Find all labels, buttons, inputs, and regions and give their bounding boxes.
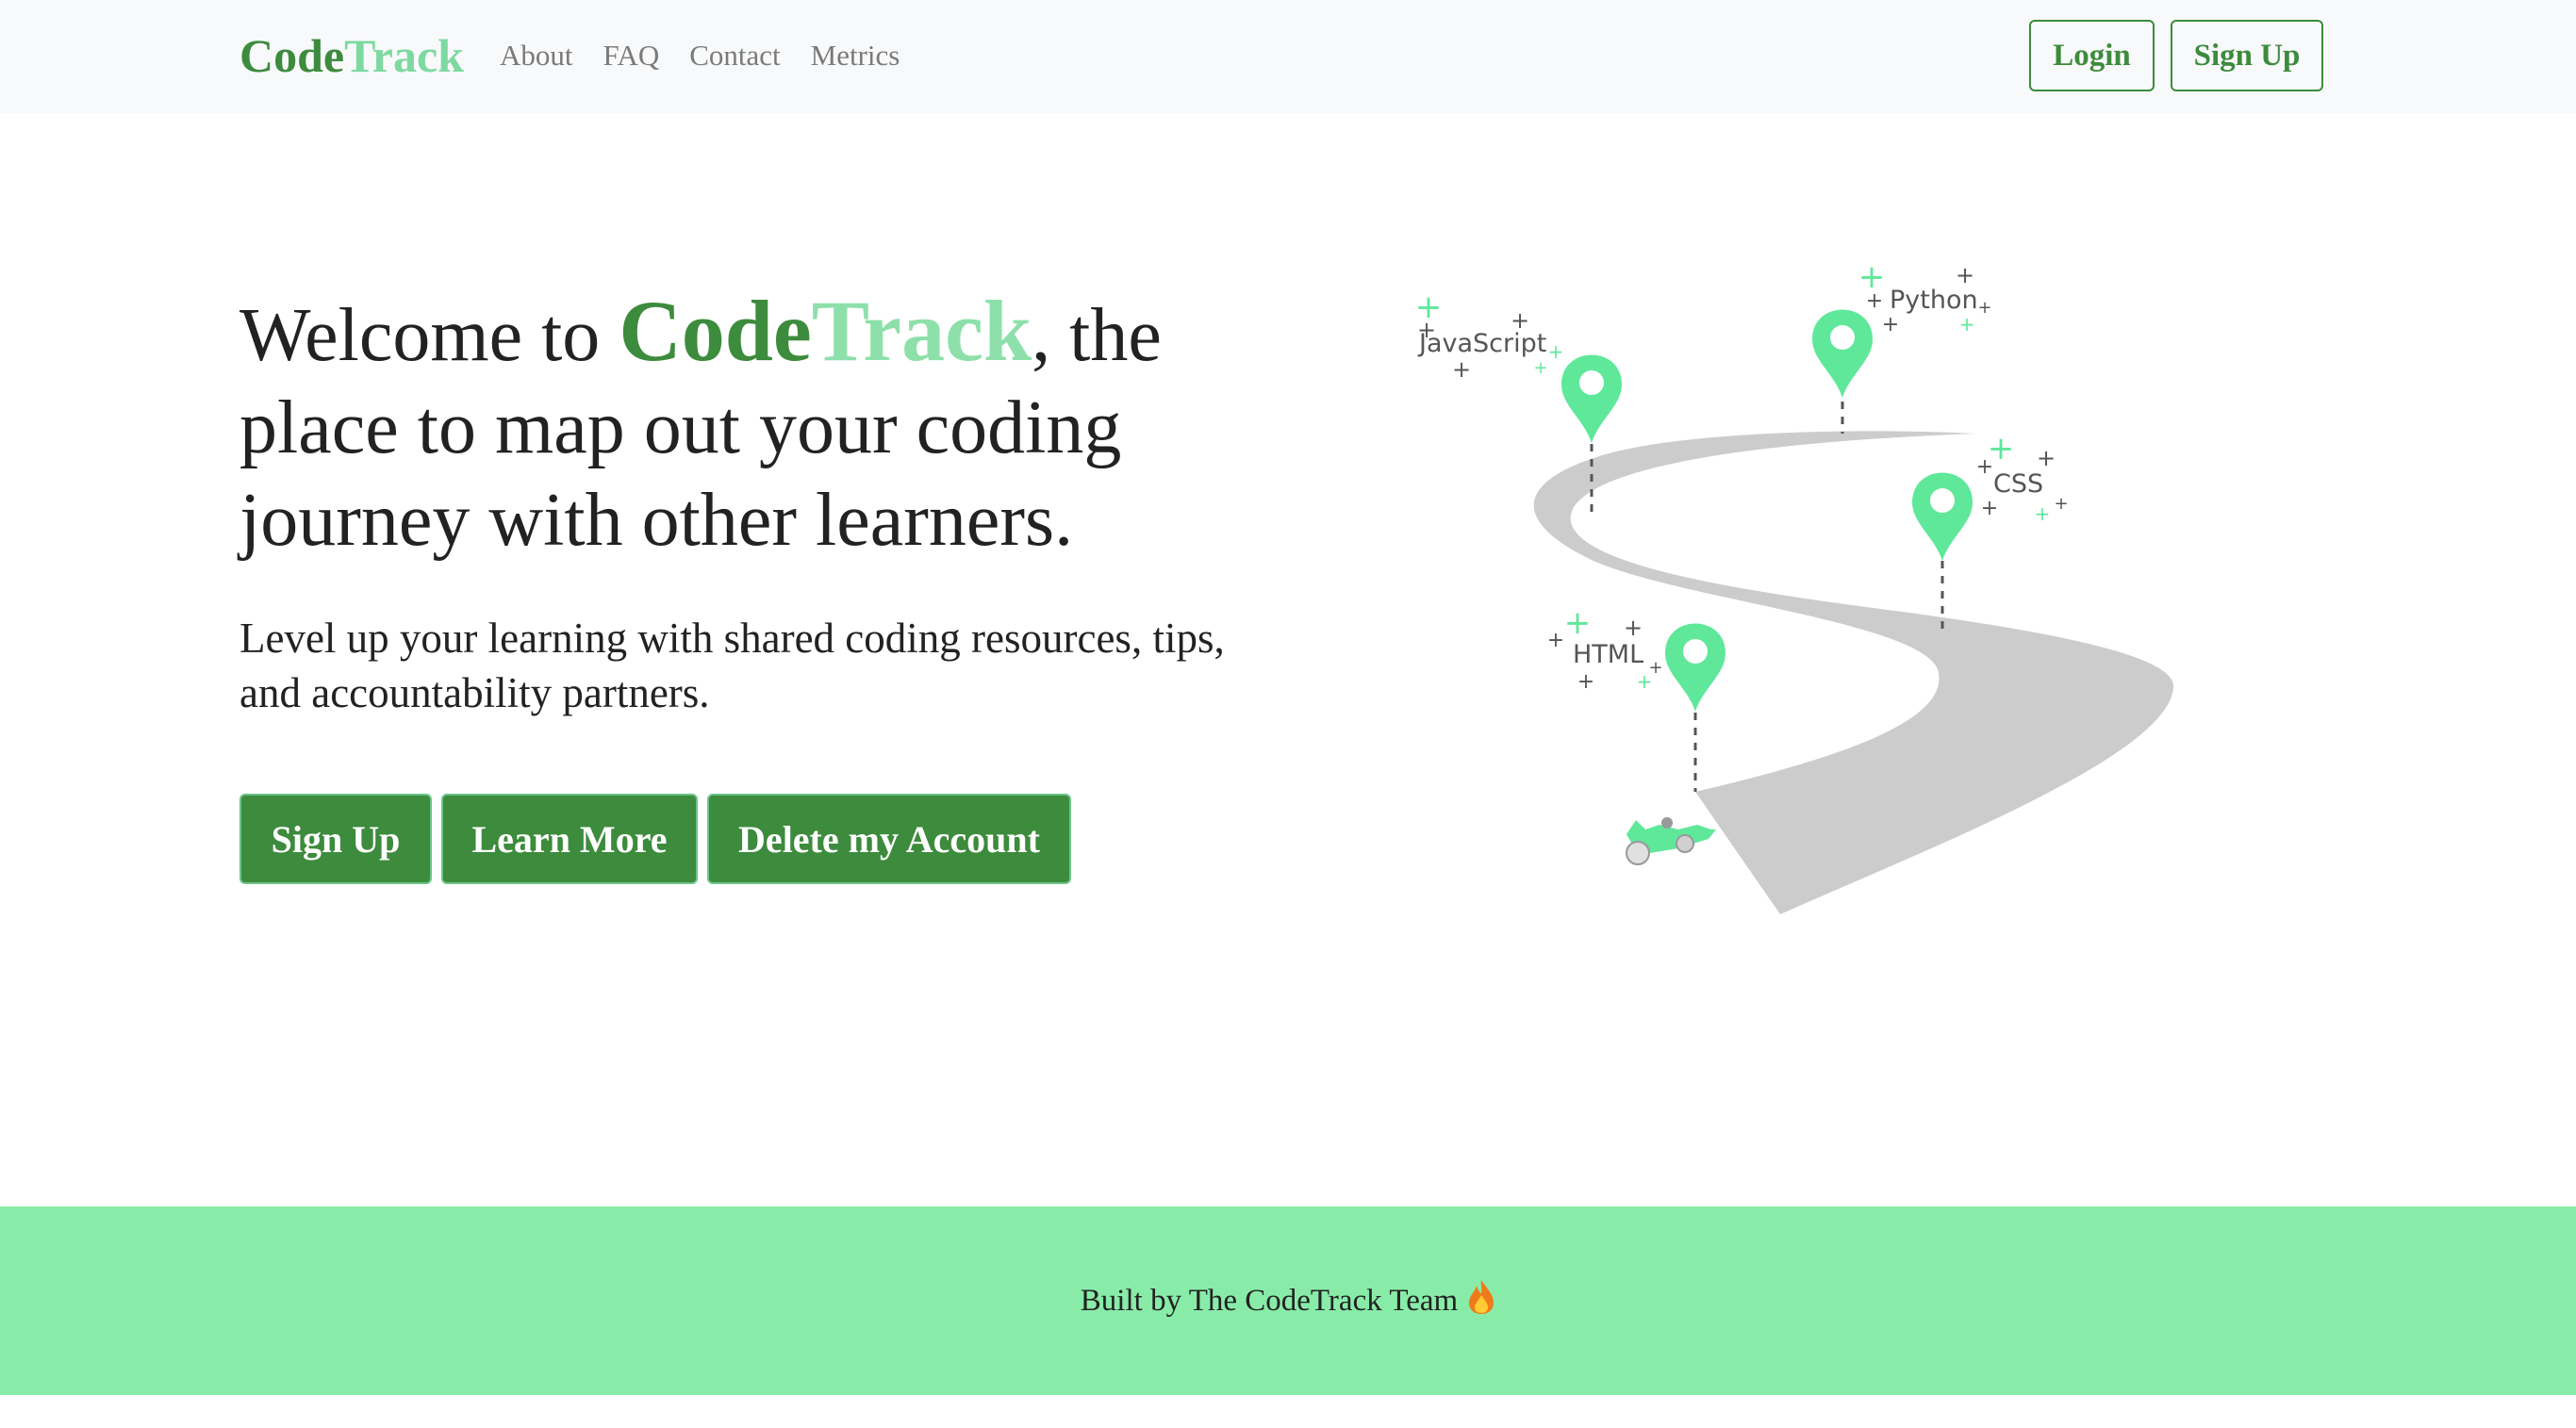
road-shape xyxy=(1533,431,2174,914)
hero-title: Welcome to CodeTrack, the place to map o… xyxy=(239,285,1277,566)
svg-text:+: + xyxy=(1637,670,1653,693)
hero-title-brand-track: Track xyxy=(811,283,1032,379)
flame-icon xyxy=(1467,1278,1495,1324)
svg-text:+: + xyxy=(1564,604,1592,642)
svg-text:+: + xyxy=(1511,307,1529,334)
svg-text:+: + xyxy=(1977,298,1991,318)
svg-text:+: + xyxy=(1415,288,1443,326)
nav-link-contact[interactable]: Contact xyxy=(689,34,780,77)
hero-title-brand-code: Code xyxy=(619,283,812,379)
roadmap-illustration: JavaScript Python CSS HTML + + + + + + +… xyxy=(1415,258,2174,914)
svg-text:+: + xyxy=(1866,289,1883,313)
svg-text:+: + xyxy=(2037,445,2056,471)
hero-cta-row: Sign Up Learn More Delete my Account xyxy=(239,794,1071,884)
nav-link-metrics[interactable]: Metrics xyxy=(811,34,900,77)
nav-link-faq[interactable]: FAQ xyxy=(603,34,660,77)
brand-part-code: Code xyxy=(239,29,345,82)
brand-part-track: Track xyxy=(344,29,464,82)
pin-label-html: HTML xyxy=(1573,640,1643,669)
map-pin-icon-javascript xyxy=(1561,354,1622,443)
nav-signup-button[interactable]: Sign Up xyxy=(2171,20,2323,91)
learn-more-button[interactable]: Learn More xyxy=(441,794,698,884)
svg-text:+: + xyxy=(1452,356,1471,383)
pin-label-python: Python xyxy=(1890,286,1978,315)
hero-signup-button[interactable]: Sign Up xyxy=(239,794,432,884)
svg-text:+: + xyxy=(1577,670,1594,694)
map-pin-icon-html xyxy=(1665,623,1726,712)
svg-text:+: + xyxy=(1959,313,1975,336)
nav-links: About FAQ Contact Metrics xyxy=(500,34,900,77)
brand-logo[interactable]: CodeTrack xyxy=(239,25,464,87)
pin-label-css: CSS xyxy=(1993,469,2043,499)
navbar: CodeTrack About FAQ Contact Metrics Logi… xyxy=(0,0,2576,113)
svg-text:+: + xyxy=(2035,502,2051,525)
race-car-icon xyxy=(1626,817,1716,865)
svg-text:+: + xyxy=(1548,340,1564,363)
svg-text:+: + xyxy=(1882,313,1899,336)
hero-title-prefix: Welcome to xyxy=(239,294,619,377)
svg-text:+: + xyxy=(1624,615,1643,641)
delete-account-button[interactable]: Delete my Account xyxy=(707,794,1071,884)
svg-text:+: + xyxy=(2054,494,2068,514)
hero-subtitle: Level up your learning with shared codin… xyxy=(239,615,1225,716)
map-pin-icon-css xyxy=(1912,472,1973,561)
svg-text:+: + xyxy=(1547,629,1564,652)
svg-text:+: + xyxy=(1533,358,1547,378)
login-button[interactable]: Login xyxy=(2029,20,2155,91)
svg-text:+: + xyxy=(1981,497,1998,520)
svg-text:+: + xyxy=(1976,455,1993,479)
footer-text: Built by The CodeTrack Team xyxy=(1080,1283,1459,1318)
map-pin-icon-python xyxy=(1812,309,1873,398)
svg-text:+: + xyxy=(1956,262,1974,288)
nav-link-about[interactable]: About xyxy=(500,34,573,77)
footer: Built by The CodeTrack Team xyxy=(0,1206,2576,1395)
